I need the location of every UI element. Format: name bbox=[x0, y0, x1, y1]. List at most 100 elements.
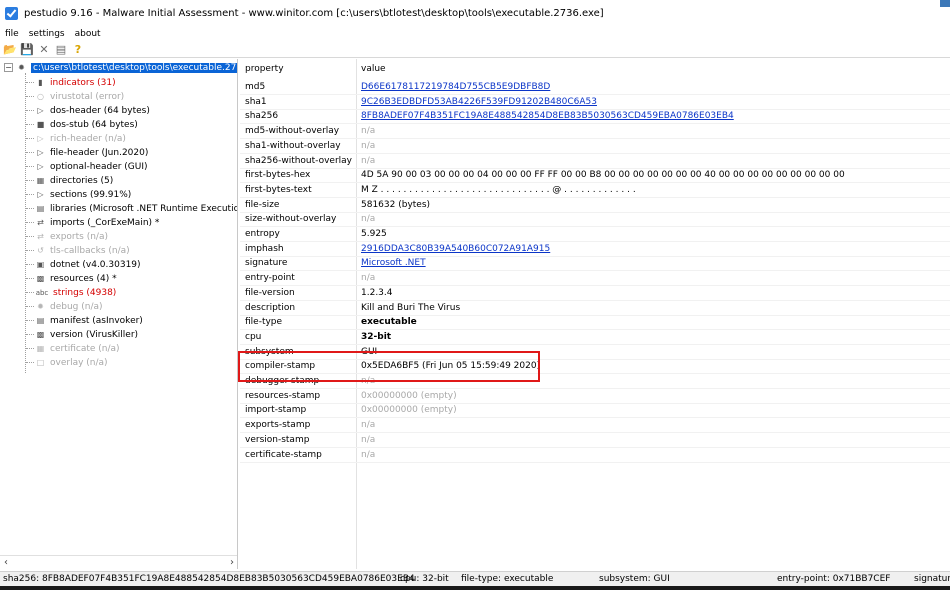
compiler-stamp-highlight bbox=[238, 351, 540, 382]
property-row[interactable]: imphash 2916DDA3C80B39A540B60C072A91A915 bbox=[240, 242, 950, 257]
tree-item-label[interactable]: imports (_CorExeMain) * bbox=[50, 218, 159, 228]
tree-item-label[interactable]: optional-header (GUI) bbox=[50, 162, 148, 172]
header-property[interactable]: property bbox=[245, 64, 284, 74]
tree-item[interactable]: ▮ indicators (31) bbox=[35, 76, 116, 89]
tree-item-label[interactable]: dos-stub (64 bytes) bbox=[50, 120, 138, 130]
property-row[interactable]: signature Microsoft .NET bbox=[240, 256, 950, 272]
tree-item[interactable]: ▷ dos-header (64 bytes) bbox=[35, 104, 150, 117]
property-row[interactable]: sha256 8FB8ADEF07F4B351FC19A8E488542854D8… bbox=[240, 109, 950, 125]
save-icon[interactable]: 💾 bbox=[20, 42, 34, 56]
tree-item-label[interactable]: resources (4) * bbox=[50, 274, 117, 284]
tree-item[interactable]: ✹ debug (n/a) bbox=[35, 300, 103, 313]
tree-item[interactable]: ▷ optional-header (GUI) bbox=[35, 160, 148, 173]
status-entry-point: entry-point: 0x71BB7CEF bbox=[777, 574, 891, 584]
open-icon[interactable]: 📂 bbox=[3, 42, 17, 56]
tree-item[interactable]: ▷ rich-header (n/a) bbox=[35, 132, 126, 145]
property-row[interactable]: sha1 9C26B3EDBDFD53AB4226F539FD91202B480C… bbox=[240, 95, 950, 110]
tree-item-label[interactable]: rich-header (n/a) bbox=[50, 134, 126, 144]
scroll-right-icon[interactable]: › bbox=[230, 557, 234, 568]
property-row[interactable]: md5 D66E6178117219784D755CB5E9DBFB8D bbox=[240, 80, 950, 95]
property-value[interactable]: 2916DDA3C80B39A540B60C072A91A915 bbox=[361, 244, 550, 254]
property-value[interactable]: Microsoft .NET bbox=[361, 258, 426, 268]
delete-icon[interactable]: ✕ bbox=[37, 42, 51, 56]
tree-item[interactable]: ⇄ exports (n/a) bbox=[35, 230, 108, 243]
tree-item[interactable]: ▩ resources (4) * bbox=[35, 272, 117, 285]
tree-item[interactable]: □ overlay (n/a) bbox=[35, 356, 108, 369]
tree-item[interactable]: ▩ version (VirusKiller) bbox=[35, 328, 138, 341]
property-row[interactable]: resources-stamp 0x00000000 (empty) bbox=[240, 389, 950, 404]
tree-horizontal-scrollbar[interactable]: ‹ › bbox=[0, 555, 237, 569]
header-value[interactable]: value bbox=[361, 64, 386, 74]
property-value[interactable]: D66E6178117219784D755CB5E9DBFB8D bbox=[361, 82, 550, 92]
tree-branch-line bbox=[26, 96, 34, 97]
tree-item-label[interactable]: exports (n/a) bbox=[50, 232, 108, 242]
property-row[interactable]: certificate-stamp n/a bbox=[240, 448, 950, 463]
tree-item-label[interactable]: libraries (Microsoft .NET Runtime Execut… bbox=[50, 204, 237, 214]
property-row[interactable]: md5-without-overlay n/a bbox=[240, 124, 950, 140]
scroll-left-icon[interactable]: ‹ bbox=[4, 557, 8, 568]
tree-item[interactable]: ■ dos-stub (64 bytes) bbox=[35, 118, 138, 131]
property-row[interactable]: size-without-overlay n/a bbox=[240, 212, 950, 228]
tree-item-label[interactable]: indicators (31) bbox=[50, 78, 116, 88]
tree-item[interactable]: ○ virustotal (error) bbox=[35, 90, 124, 103]
tree-guide-line bbox=[25, 73, 26, 373]
property-row[interactable]: version-stamp n/a bbox=[240, 433, 950, 448]
tree-branch-line bbox=[26, 166, 34, 167]
tree-item[interactable]: ↺ tls-callbacks (n/a) bbox=[35, 244, 130, 257]
menu-settings[interactable]: settings bbox=[29, 29, 65, 39]
tree-item-label[interactable]: file-header (Jun.2020) bbox=[50, 148, 148, 158]
tree-root-label[interactable]: c:\users\btlotest\desktop\tools\executab… bbox=[31, 62, 237, 73]
tree-item-label[interactable]: debug (n/a) bbox=[50, 302, 103, 312]
tree-item-label[interactable]: virustotal (error) bbox=[50, 92, 124, 102]
help-icon[interactable]: ? bbox=[71, 42, 85, 56]
tree-item[interactable]: ▦ directories (5) bbox=[35, 174, 114, 187]
property-row[interactable]: sha1-without-overlay n/a bbox=[240, 139, 950, 154]
tree-item[interactable]: ▣ dotnet (v4.0.30319) bbox=[35, 258, 141, 271]
property-row[interactable]: exports-stamp n/a bbox=[240, 418, 950, 434]
rich-header-icon: ▷ bbox=[37, 134, 44, 143]
tree-root[interactable]: − ✹ c:\users\btlotest\desktop\tools\exec… bbox=[4, 61, 237, 74]
window-control-edge[interactable] bbox=[940, 0, 950, 7]
tree-item[interactable]: ▦ certificate (n/a) bbox=[35, 342, 120, 355]
list-icon[interactable]: ▤ bbox=[54, 42, 68, 56]
tree-item[interactable]: ▷ file-header (Jun.2020) bbox=[35, 146, 148, 159]
property-row[interactable]: file-size 581632 (bytes) bbox=[240, 198, 950, 213]
property-row[interactable]: entry-point n/a bbox=[240, 271, 950, 287]
property-row[interactable]: sha256-without-overlay n/a bbox=[240, 154, 950, 169]
menu-about[interactable]: about bbox=[75, 29, 101, 39]
status-file-type: file-type: executable bbox=[461, 574, 554, 584]
tree-item-label[interactable]: tls-callbacks (n/a) bbox=[50, 246, 130, 256]
tree-item[interactable]: ⇄ imports (_CorExeMain) * bbox=[35, 216, 159, 229]
tree-item-label[interactable]: sections (99.91%) bbox=[50, 190, 131, 200]
tree-item[interactable]: ▤ manifest (asInvoker) bbox=[35, 314, 143, 327]
collapse-icon[interactable]: − bbox=[4, 63, 13, 72]
debug-icon: ✹ bbox=[37, 302, 44, 311]
tree-item[interactable]: abc strings (4938) bbox=[35, 286, 117, 299]
tree-item-label[interactable]: dotnet (v4.0.30319) bbox=[50, 260, 141, 270]
tree-item-label[interactable]: overlay (n/a) bbox=[50, 358, 108, 368]
property-name: imphash bbox=[245, 243, 284, 254]
tree-item-label[interactable]: certificate (n/a) bbox=[50, 344, 120, 354]
tree-panel[interactable]: − ✹ c:\users\btlotest\desktop\tools\exec… bbox=[0, 59, 238, 569]
property-row[interactable]: first-bytes-hex 4D 5A 90 00 03 00 00 00 0… bbox=[240, 168, 950, 184]
tree-item-label[interactable]: dos-header (64 bytes) bbox=[50, 106, 150, 116]
property-value[interactable]: 9C26B3EDBDFD53AB4226F539FD91202B480C6A53 bbox=[361, 97, 597, 107]
tree-item[interactable]: ▤ libraries (Microsoft .NET Runtime Execu… bbox=[35, 202, 237, 215]
property-row[interactable]: file-version 1.2.3.4 bbox=[240, 286, 950, 301]
tree-item-label[interactable]: manifest (asInvoker) bbox=[50, 316, 143, 326]
property-row[interactable]: description Kill and Buri The Virus bbox=[240, 301, 950, 316]
menu-file[interactable]: file bbox=[5, 29, 19, 39]
libraries-icon: ▤ bbox=[36, 204, 45, 213]
tree-item[interactable]: ▷ sections (99.91%) bbox=[35, 188, 131, 201]
property-value[interactable]: 8FB8ADEF07F4B351FC19A8E488542854D8EB83B5… bbox=[361, 111, 734, 121]
property-row[interactable]: first-bytes-text M Z . . . . . . . . . . … bbox=[240, 183, 950, 198]
property-name: signature bbox=[245, 258, 288, 269]
tree-item-label[interactable]: version (VirusKiller) bbox=[50, 330, 138, 340]
property-row[interactable]: file-type executable bbox=[240, 315, 950, 331]
tree-item-label[interactable]: directories (5) bbox=[50, 176, 113, 186]
property-row[interactable]: import-stamp 0x00000000 (empty) bbox=[240, 403, 950, 419]
tree-branch-line bbox=[26, 208, 34, 209]
property-row[interactable]: cpu 32-bit bbox=[240, 330, 950, 345]
property-row[interactable]: entropy 5.925 bbox=[240, 227, 950, 242]
tree-item-label[interactable]: strings (4938) bbox=[53, 288, 116, 298]
